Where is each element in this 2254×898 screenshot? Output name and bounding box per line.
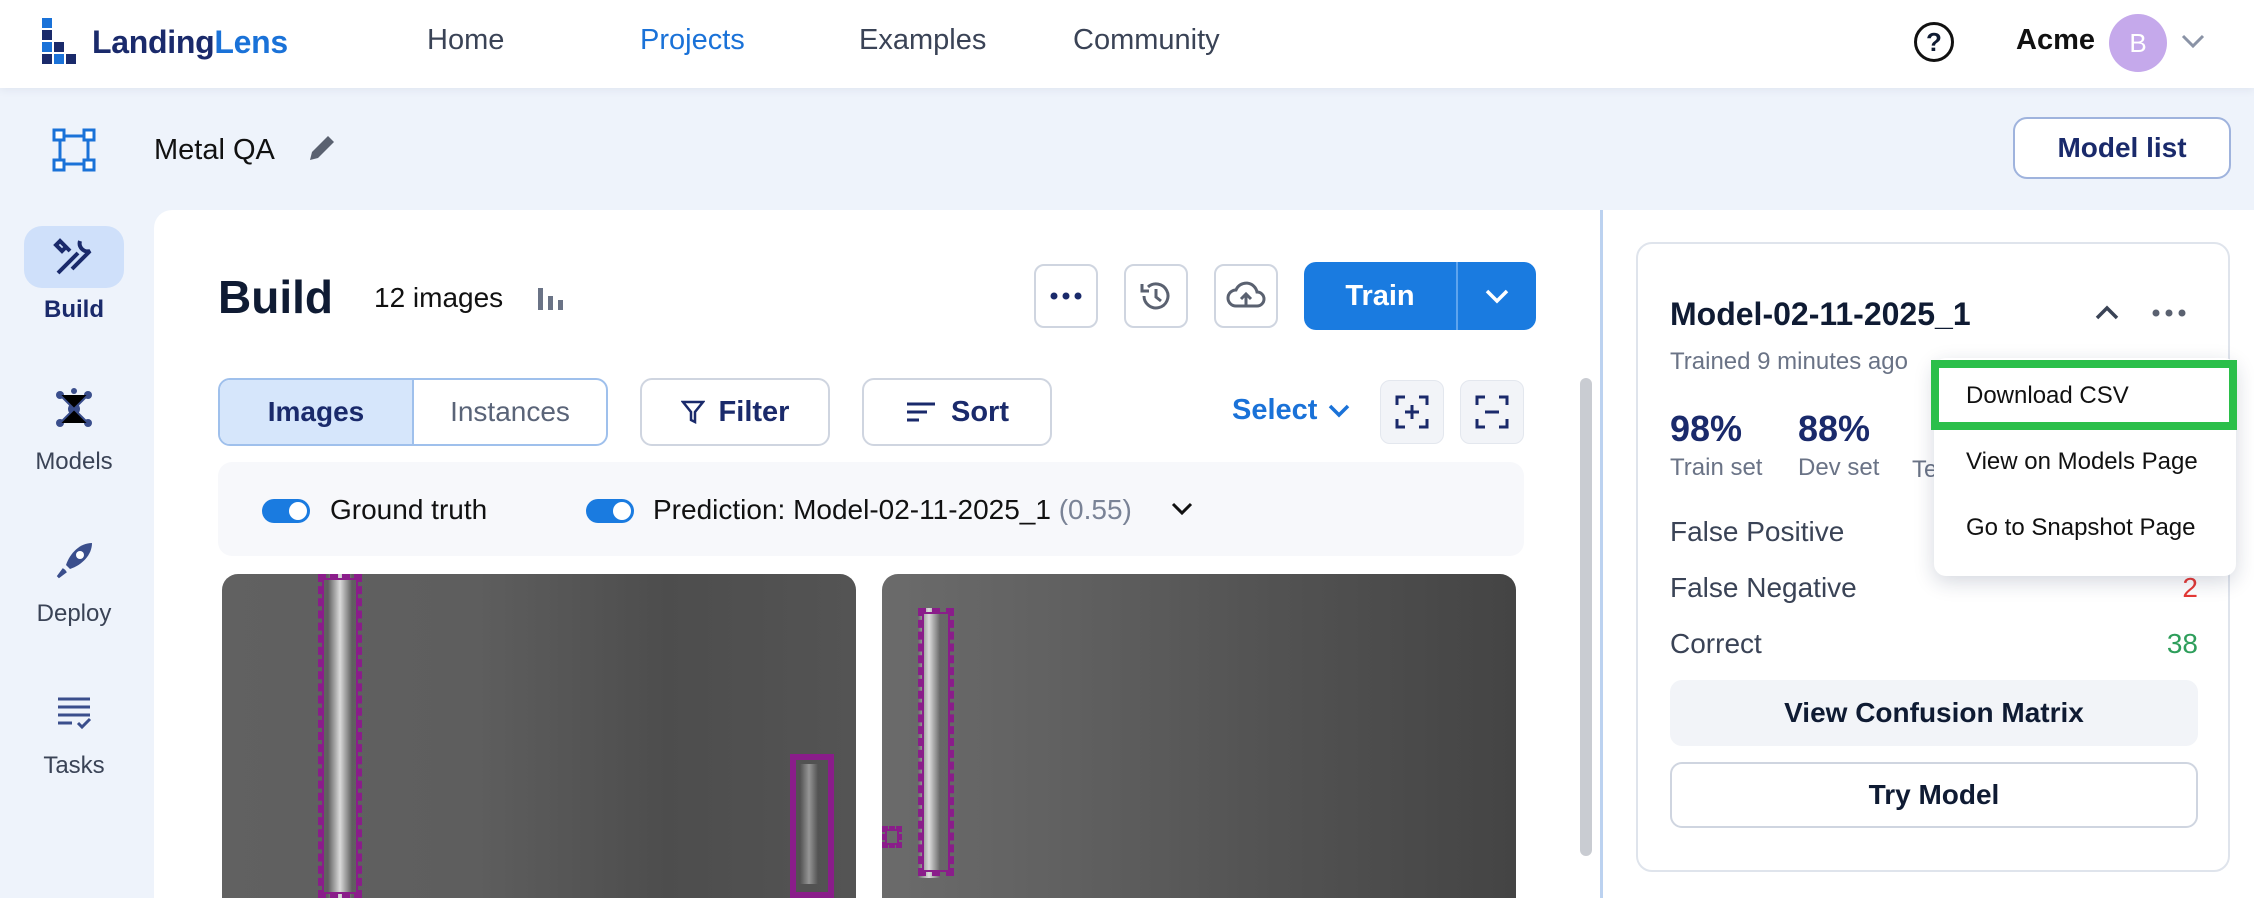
landinglens-logo-icon (42, 18, 76, 64)
focus-plus-icon (1395, 395, 1429, 429)
tab-images[interactable]: Images (220, 380, 414, 444)
sidebar-label-build: Build (44, 296, 104, 323)
prediction-score: (0.55) (1058, 494, 1132, 525)
build-icon (53, 238, 92, 275)
avatar[interactable]: B (2109, 14, 2167, 72)
prediction-toggle[interactable] (586, 499, 634, 523)
train-options-button[interactable] (1456, 262, 1536, 330)
ground-truth-toggle[interactable] (262, 499, 310, 523)
history-icon (1140, 282, 1170, 310)
chevron-down-icon[interactable] (1170, 500, 1194, 518)
image-count: 12 images (374, 282, 504, 313)
deploy-icon (56, 543, 92, 579)
train-button-group: Train (1304, 262, 1536, 330)
top-navbar: LandingLens Home Projects Examples Commu… (0, 0, 2254, 88)
image-thumbnail[interactable] (882, 574, 1516, 898)
page-title: Build (218, 271, 333, 323)
correct-value: 38 (2166, 628, 2198, 659)
sidebar-item-deploy[interactable]: Deploy (0, 530, 148, 628)
filter-button[interactable]: Filter (640, 378, 830, 446)
more-horizontal-icon[interactable] (2152, 309, 2186, 317)
upload-button[interactable] (1214, 264, 1278, 328)
highlight-box (1931, 360, 2237, 430)
stat-label: Train set (1670, 454, 1763, 481)
more-options-button[interactable] (1034, 264, 1098, 328)
scrollbar[interactable] (1580, 378, 1592, 856)
view-confusion-matrix-button[interactable]: View Confusion Matrix (1670, 680, 2198, 746)
org-name[interactable]: Acme (2016, 24, 2095, 57)
filter-label: Filter (718, 395, 790, 428)
stat-label: Dev set (1798, 454, 1880, 481)
project-name: Metal QA (154, 134, 275, 166)
brand-name: LandingLens (92, 23, 288, 60)
menu-item-snapshot-page[interactable]: Go to Snapshot Page (1966, 514, 2196, 542)
prediction-label: Prediction: Model-02-11-2025_1 (0.55) (653, 494, 1132, 526)
prediction-box[interactable] (882, 826, 902, 848)
defect-streak (800, 764, 818, 884)
focus-minimize-button[interactable] (1460, 380, 1524, 444)
sort-label: Sort (951, 395, 1009, 428)
select-label: Select (1232, 394, 1318, 426)
chevron-down-icon (1485, 289, 1509, 304)
bar-chart-icon[interactable] (536, 282, 566, 312)
tab-instances[interactable]: Instances (414, 380, 606, 444)
model-list-button[interactable]: Model list (2013, 117, 2231, 179)
prediction-box[interactable] (318, 574, 362, 898)
select-dropdown[interactable]: Select (1232, 394, 1351, 427)
image-thumbnail[interactable] (222, 574, 856, 898)
focus-minus-icon (1475, 395, 1509, 429)
sidebar-label-deploy: Deploy (36, 600, 112, 627)
trained-time: Trained 9 minutes ago (1670, 348, 1908, 375)
stat-dev: 88% Dev set (1798, 408, 1879, 482)
ground-truth-label: Ground truth (330, 494, 488, 525)
chevron-down-icon[interactable] (2180, 30, 2206, 52)
nav-projects[interactable]: Projects (640, 24, 745, 57)
sidebar-label-models: Models (35, 448, 113, 475)
brand-logo[interactable]: LandingLens (38, 14, 288, 70)
focus-add-button[interactable] (1380, 380, 1444, 444)
history-button[interactable] (1124, 264, 1188, 328)
false-positive-label: False Positive (1670, 516, 1845, 547)
prediction-model: Prediction: Model-02-11-2025_1 (653, 494, 1051, 525)
prediction-box[interactable] (918, 608, 954, 876)
edit-pencil-icon[interactable] (304, 132, 340, 168)
chevron-up-icon[interactable] (2094, 304, 2120, 322)
sidebar-label-tasks: Tasks (43, 752, 105, 779)
filter-icon (680, 400, 705, 425)
menu-item-view-models-page[interactable]: View on Models Page (1966, 448, 2198, 476)
chevron-down-icon (1329, 404, 1350, 417)
sidebar-item-models[interactable]: Models (0, 378, 148, 476)
train-button[interactable]: Train (1304, 262, 1456, 330)
nav-community[interactable]: Community (1073, 24, 1220, 57)
tasks-icon (58, 697, 92, 730)
sort-button[interactable]: Sort (862, 378, 1052, 446)
nav-examples[interactable]: Examples (859, 24, 986, 57)
stat-value: 88% (1798, 408, 1871, 449)
project-icon (52, 128, 96, 172)
sidebar-item-build[interactable]: Build (0, 226, 148, 324)
model-name: Model-02-11-2025_1 (1670, 296, 1971, 332)
stat-train: 98% Train set (1670, 408, 1762, 482)
correct-label: Correct (1670, 628, 1762, 659)
sidebar-item-tasks[interactable]: Tasks (0, 682, 148, 780)
help-icon[interactable]: ? (1914, 22, 1954, 62)
try-model-button[interactable]: Try Model (1670, 762, 2198, 828)
nav-home[interactable]: Home (427, 24, 504, 57)
cloud-upload-icon (1226, 281, 1266, 308)
models-icon (56, 388, 92, 427)
false-negative-label: False Negative (1670, 572, 1857, 603)
sort-icon (907, 402, 935, 422)
stat-value: 98% (1670, 408, 1743, 449)
view-tabs: Images Instances (218, 378, 608, 446)
false-negative-value: 2 (2182, 572, 2198, 603)
more-horizontal-icon (1050, 292, 1082, 300)
